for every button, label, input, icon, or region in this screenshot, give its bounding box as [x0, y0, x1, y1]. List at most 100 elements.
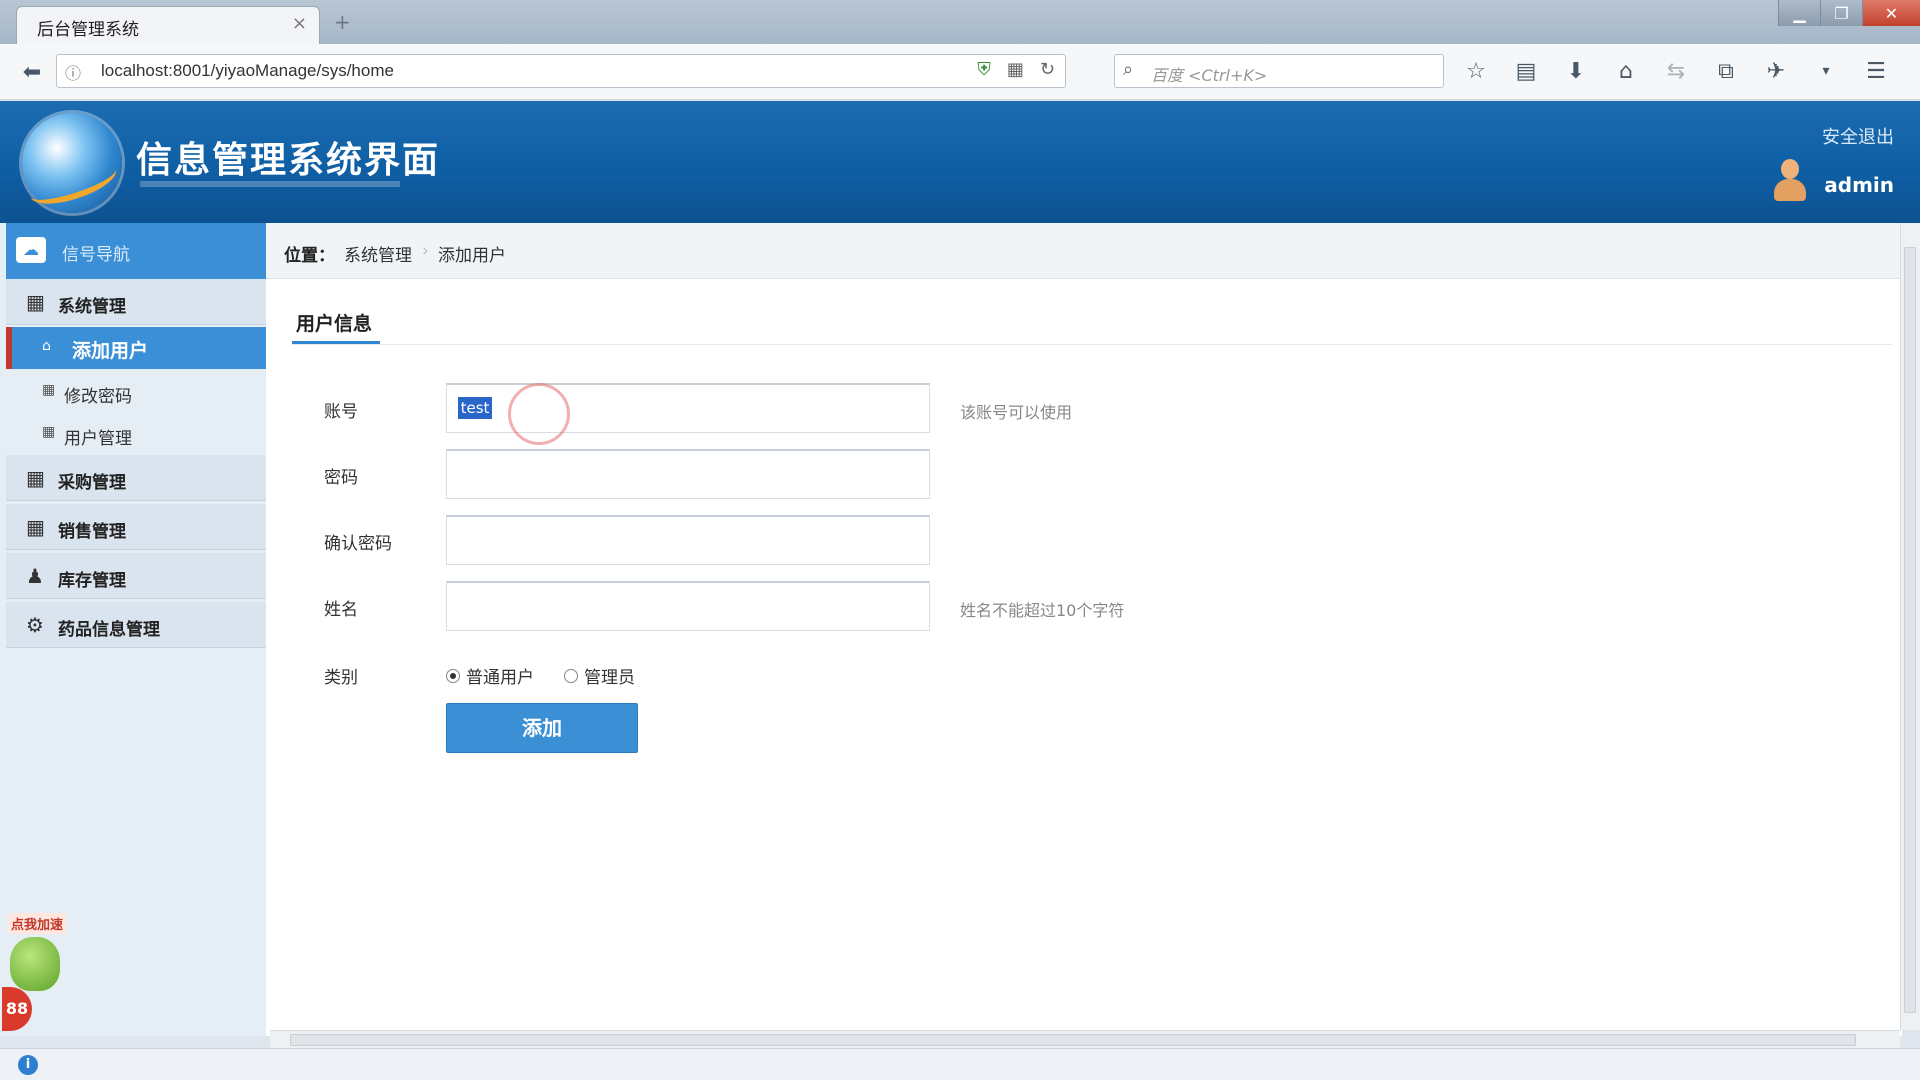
home-icon[interactable]: ⌂	[1612, 56, 1640, 86]
menu-icon[interactable]: ☰	[1862, 56, 1890, 86]
confirm-password-label: 确认密码	[324, 534, 392, 554]
calendar-icon: ▦	[26, 515, 45, 539]
search-input[interactable]: 百度 <Ctrl+K>	[1151, 62, 1267, 86]
account-hint: 该账号可以使用	[960, 403, 1073, 422]
info-icon[interactable]: i	[18, 1055, 38, 1075]
minimize-icon[interactable]: ▁	[1778, 0, 1820, 26]
sidebar-group-system[interactable]: ▦ 系统管理	[6, 279, 266, 325]
sidebar-item-add-user[interactable]: ⌂ 添加用户	[6, 327, 266, 369]
name-input[interactable]	[446, 581, 930, 631]
breadcrumb-level1[interactable]: 系统管理	[344, 241, 412, 266]
sidebar-group-label: 药品信息管理	[58, 620, 160, 640]
tab-title: 后台管理系统	[37, 20, 139, 40]
sidebar-group-sales[interactable]: ▦ 销售管理	[6, 504, 266, 550]
add-button[interactable]: 添加	[446, 703, 638, 753]
browser-navbar: ⬅ ⓘ localhost:8001/yiyaoManage/sys/home …	[0, 44, 1920, 100]
search-bar[interactable]: ⌕ 百度 <Ctrl+K>	[1114, 54, 1444, 88]
back-arrow-icon[interactable]: ⬅	[16, 56, 48, 88]
sidebar-header[interactable]: ☁ 信号导航	[6, 223, 266, 279]
tab-close-icon[interactable]: ×	[292, 13, 307, 34]
calendar-icon: ▦	[26, 466, 45, 490]
type-radio-group: 普通用户 管理员	[446, 663, 635, 688]
sidebar-group-label: 库存管理	[58, 571, 126, 591]
url-bar-icons: ⛨ ▦ ↻	[977, 59, 1055, 80]
promo-tag: 点我加速	[8, 913, 67, 934]
section-divider	[292, 344, 1892, 345]
sidebar-header-label: 信号导航	[62, 245, 130, 265]
frog-mascot-icon	[10, 937, 60, 991]
cloud-icon: ☁	[16, 237, 46, 263]
browser-tab[interactable]: 后台管理系统 ×	[16, 6, 320, 44]
page-info-icon[interactable]: ⓘ	[65, 60, 81, 84]
user-icon: ♟	[26, 564, 44, 588]
sidebar-item-change-password[interactable]: ▦ 修改密码	[6, 371, 266, 413]
speed-boost-widget[interactable]: 点我加速 88	[2, 913, 72, 1053]
shield-icon[interactable]: ⛨	[977, 59, 991, 80]
username: admin	[1824, 173, 1894, 197]
breadcrumb-prefix: 位置：	[284, 246, 335, 266]
reload-icon[interactable]: ↻	[1040, 59, 1055, 80]
sidebar-item-label: 添加用户	[72, 340, 149, 362]
logout-link[interactable]: 安全退出	[1822, 123, 1894, 149]
sidebar-group-inventory[interactable]: ♟ 库存管理	[6, 553, 266, 599]
tools-icon[interactable]: ✈	[1762, 56, 1790, 86]
sidebar-item-label: 修改密码	[64, 387, 132, 407]
sidebar-item-user-management[interactable]: ▦ 用户管理	[6, 413, 266, 455]
grid-icon: ▦	[42, 382, 56, 398]
account-selected-text: test	[458, 397, 492, 419]
breadcrumb-level2[interactable]: 添加用户	[438, 241, 506, 266]
password-input[interactable]	[446, 449, 930, 499]
browser-titlebar: 后台管理系统 × + ▁ ❐ ✕	[0, 0, 1920, 44]
new-tab-icon[interactable]: +	[334, 10, 351, 34]
sidebar-item-label: 用户管理	[64, 429, 132, 449]
search-icon: ⌕	[1123, 59, 1134, 80]
download-icon[interactable]: ⬇	[1562, 56, 1590, 86]
browser-statusbar: i	[0, 1048, 1920, 1080]
main-content: 位置： 系统管理 › 添加用户 用户信息 账号 test 该账号可以使用 密码 …	[266, 223, 1902, 1036]
bookmark-star-icon[interactable]: ☆	[1462, 56, 1490, 86]
sidebar-group-label: 采购管理	[58, 473, 126, 493]
section-title[interactable]: 用户信息	[296, 309, 372, 336]
window-controls: ▁ ❐ ✕	[1778, 0, 1920, 26]
qr-code-icon[interactable]: ▦	[1007, 59, 1024, 80]
app-subtitle-bar	[140, 181, 400, 187]
grid-icon: ▦	[42, 424, 56, 440]
url-bar[interactable]: ⓘ localhost:8001/yiyaoManage/sys/home ⛨ …	[56, 54, 1066, 88]
horizontal-scrollbar[interactable]	[270, 1030, 1900, 1048]
name-hint: 姓名不能超过10个字符	[960, 601, 1125, 620]
click-indicator	[508, 383, 570, 445]
translate-icon[interactable]: ⇆	[1662, 56, 1690, 86]
radio-normal-user[interactable]	[446, 668, 460, 683]
app-title: 信息管理系统界面	[136, 140, 441, 181]
breadcrumb: 位置： 系统管理 › 添加用户	[266, 223, 1902, 279]
sidebar-group-label: 销售管理	[58, 522, 126, 542]
gear-icon: ⚙	[26, 613, 44, 637]
type-label: 类别	[324, 668, 358, 688]
close-window-icon[interactable]: ✕	[1862, 0, 1920, 26]
account-label: 账号	[324, 402, 358, 422]
app-header: 信息管理系统界面 安全退出 admin	[0, 101, 1920, 223]
confirm-password-input[interactable]	[446, 515, 930, 565]
sidebar-group-drug-info[interactable]: ⚙ 药品信息管理	[6, 602, 266, 648]
url-text[interactable]: localhost:8001/yiyaoManage/sys/home	[101, 61, 394, 81]
calendar-icon: ▦	[26, 290, 45, 314]
name-label: 姓名	[324, 600, 358, 620]
breadcrumb-separator: ›	[422, 241, 429, 261]
extension-icon[interactable]: ⧉	[1712, 56, 1740, 86]
password-label: 密码	[324, 468, 358, 488]
app-logo	[22, 113, 122, 213]
promo-count-badge: 88	[2, 987, 32, 1031]
reading-list-icon[interactable]: ▤	[1512, 56, 1540, 86]
sidebar-group-purchase[interactable]: ▦ 采购管理	[6, 455, 266, 501]
dropdown-icon[interactable]: ▾	[1812, 56, 1840, 86]
radio-admin-label[interactable]: 管理员	[584, 663, 635, 688]
browser-toolbar: ☆ ▤ ⬇ ⌂ ⇆ ⧉ ✈ ▾ ☰	[1462, 56, 1890, 86]
horizontal-scrollbar-thumb[interactable]	[290, 1034, 1856, 1046]
maximize-icon[interactable]: ❐	[1820, 0, 1862, 26]
home-icon: ⌂	[42, 338, 51, 354]
vertical-scrollbar-thumb[interactable]	[1904, 247, 1916, 1013]
radio-normal-user-label[interactable]: 普通用户	[466, 663, 534, 688]
sidebar-group-label: 系统管理	[58, 297, 126, 317]
radio-admin[interactable]	[564, 668, 578, 683]
vertical-scrollbar[interactable]	[1900, 223, 1920, 1030]
